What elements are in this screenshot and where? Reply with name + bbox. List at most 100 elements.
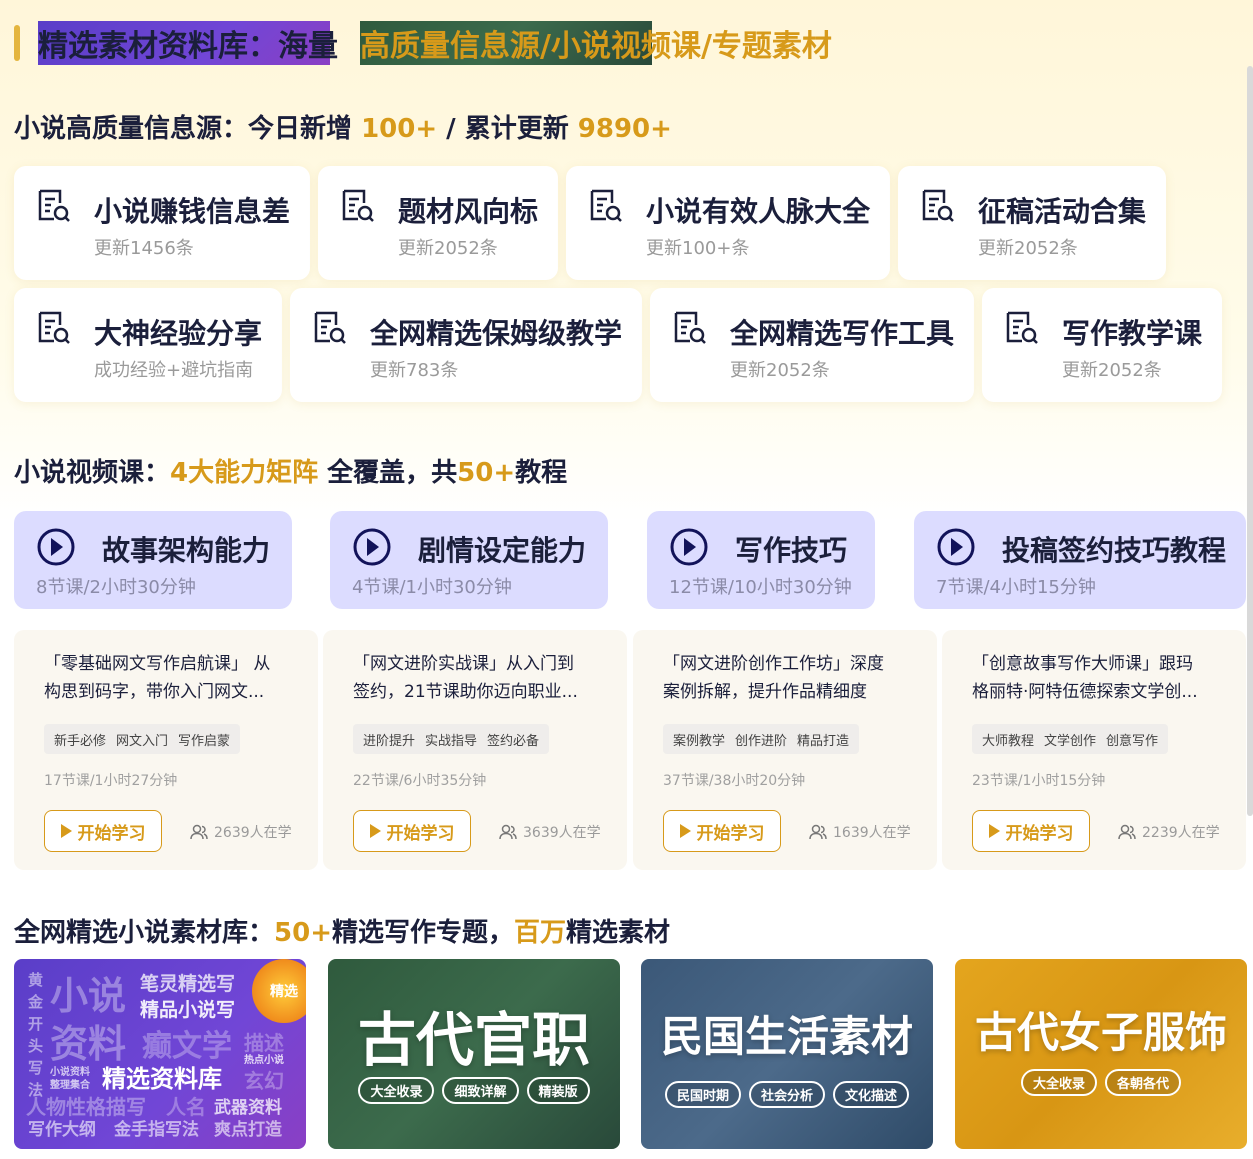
course-desc-line1: 「网文进阶创作工作坊」深度 [663,654,884,674]
source-card-money-info[interactable]: 小说赚钱信息差 更新1456条 [14,166,310,280]
material-title-count: 50+ [274,918,332,948]
material-title-highlight: 百万 [514,918,567,948]
start-learning-button[interactable]: 开始学习 [972,810,1090,852]
start-learning-button[interactable]: 开始学习 [353,810,471,852]
source-card-subtitle: 更新1456条 [94,238,194,259]
tile-bg-word: 精品小说写 [140,999,236,1021]
ability-card-subtitle: 4节课/1小时30分钟 [352,577,512,598]
source-card-submissions[interactable]: 征稿活动合集 更新2052条 [898,166,1166,280]
course-desc-line2: 签约，21节课助你迈向职业... [353,682,578,702]
start-learning-label: 开始学习 [696,823,765,844]
page-header: 精选素材资料库：海量 高质量信息源/小说视频课/专题素材 [14,21,832,65]
sources-title-prefix: 小说高质量信息源：今日新增 [14,114,362,144]
material-tile-library[interactable]: 小说 资料 笔灵精选写 精品小说写 癫文学 描述 黄 金 开 头 写 法 小说资… [14,959,306,1149]
start-learning-button[interactable]: 开始学习 [663,810,781,852]
ability-card-story-structure[interactable]: 故事架构能力 8节课/2小时30分钟 [14,511,292,609]
tile-bg-word: 整理集合 [50,1080,90,1091]
tile-pill: 大全收录 [358,1077,435,1104]
course-desc-line2: 案例拆解，提升作品精细度 [663,682,867,702]
video-title-highlight: 4大能力矩阵 [170,458,319,488]
material-tile-ancient-officials[interactable]: 古代官职 大全收录 细致详解 精装版 [328,959,620,1149]
video-title-suffix: 教程 [515,458,568,488]
learners-count: 2639人在学 [190,822,292,842]
material-section-title: 全网精选小说素材库：50+精选写作专题，百万精选素材 [14,912,670,949]
tile-pill: 细致详解 [442,1077,519,1104]
start-learning-button[interactable]: 开始学习 [44,810,162,852]
source-card-subtitle: 更新783条 [370,360,459,381]
sources-section-title: 小说高质量信息源：今日新增 100+ / 累计更新 9890+ [14,108,672,145]
course-tags: 大师教程 文学创作 创意写作 [972,724,1169,754]
scrollbar[interactable] [1247,66,1253,816]
ability-card-subtitle: 12节课/10小时30分钟 [669,577,852,598]
course-card[interactable]: 「零基础网文写作启航课」 从 构思到码字，带你入门网文... 新手必修 网文入门… [14,630,318,870]
course-card[interactable]: 「网文进阶实战课」从入门到 签约，21节课助你迈向职业... 进阶提升 实战指导… [323,630,627,870]
source-card-writing-course[interactable]: 写作教学课 更新2052条 [982,288,1222,402]
source-card-title: 全网精选保姆级教学 [370,317,623,350]
source-card-contacts[interactable]: 小说有效人脉大全 更新100+条 [566,166,890,280]
featured-badge: 精选 [252,959,306,1023]
tile-bg-word: 热点小说 [244,1055,284,1066]
play-circle-icon [670,528,708,566]
source-card-topic-trend[interactable]: 题材风向标 更新2052条 [318,166,558,280]
video-section-title: 小说视频课：4大能力矩阵 全覆盖，共50+教程 [14,452,567,489]
document-search-icon [38,311,70,344]
ability-card-title: 剧情设定能力 [418,534,587,567]
course-tag: 网文入门 [116,733,169,749]
material-tile-ancient-clothing[interactable]: 古代女子服饰 大全收录 各朝各代 [955,959,1247,1149]
play-circle-icon [353,528,391,566]
tile-bg-word: 写 [28,1059,44,1077]
video-title-count: 50+ [457,458,516,488]
course-card[interactable]: 「创意故事写作大师课」跟玛 格丽特·阿特伍德探索文学创... 大师教程 文学创作… [942,630,1246,870]
ability-card-submission[interactable]: 投稿签约技巧教程 7节课/4小时15分钟 [914,511,1246,609]
course-desc-line2: 格丽特·阿特伍德探索文学创... [972,682,1198,702]
play-icon [60,824,72,838]
course-desc-line1: 「创意故事写作大师课」跟玛 [972,654,1193,674]
source-card-title: 写作教学课 [1062,317,1203,350]
source-card-title: 大神经验分享 [94,317,263,350]
play-icon [679,824,691,838]
header-accent-bar [14,25,20,61]
course-desc-line1: 「网文进阶实战课」从入门到 [353,654,574,674]
video-title-mid: 全覆盖，共 [318,458,458,488]
source-card-experience[interactable]: 大神经验分享 成功经验+避坑指南 [14,288,282,402]
users-icon [809,824,827,840]
ability-card-plot-setting[interactable]: 剧情设定能力 4节课/1小时30分钟 [330,511,608,609]
source-card-tools[interactable]: 全网精选写作工具 更新2052条 [650,288,974,402]
course-description: 「创意故事写作大师课」跟玛 格丽特·阿特伍德探索文学创... [972,650,1228,706]
learners-label: 2239人在学 [1142,825,1220,841]
document-search-icon [38,189,70,222]
course-tags: 进阶提升 实战指导 签约必备 [353,724,550,754]
source-card-title: 征稿活动合集 [978,195,1147,228]
tile-bg-word: 小说 [50,974,127,1018]
tile-bg-word: 写作大纲 [28,1120,96,1140]
course-card[interactable]: 「网文进阶创作工作坊」深度 案例拆解，提升作品精细度 案例教学 创作进阶 精品打… [633,630,937,870]
material-title-mid: 精选写作专题， [331,918,514,948]
material-tile-republic-life[interactable]: 民国生活素材 民国时期 社会分析 文化描述 [641,959,933,1149]
learners-label: 1639人在学 [833,825,911,841]
learners-count: 1639人在学 [809,822,911,842]
source-card-title: 题材风向标 [398,195,539,228]
tile-bg-word: 金手指写法 [114,1120,199,1140]
source-card-teaching[interactable]: 全网精选保姆级教学 更新783条 [290,288,642,402]
course-tag: 创意写作 [1106,733,1159,749]
tile-pill: 大全收录 [1020,1069,1097,1096]
document-search-icon [590,189,622,222]
course-tag: 精品打造 [797,733,850,749]
course-description: 「网文进阶实战课」从入门到 签约，21节课助你迈向职业... [353,650,609,706]
tile-title: 古代女子服饰 [974,1008,1227,1057]
tile-pills: 大全收录 各朝各代 [955,1069,1247,1096]
source-card-subtitle: 更新2052条 [398,238,498,259]
document-search-icon [922,189,954,222]
course-meta: 37节课/38小时20分钟 [663,773,806,789]
course-meta: 23节课/1小时15分钟 [972,773,1106,789]
ability-card-subtitle: 7节课/4小时15分钟 [936,577,1096,598]
tile-title: 民国生活素材 [660,1012,913,1061]
tile-pill: 文化描述 [833,1081,910,1108]
course-description: 「零基础网文写作启航课」 从 构思到码字，带你入门网文... [44,650,300,706]
course-tag: 创作进阶 [735,733,788,749]
start-learning-label: 开始学习 [1005,823,1074,844]
source-card-title: 小说有效人脉大全 [646,195,871,228]
ability-card-writing-skills[interactable]: 写作技巧 12节课/10小时30分钟 [647,511,875,609]
tile-pill: 民国时期 [664,1081,741,1108]
tile-pills: 大全收录 细致详解 精装版 [328,1077,620,1104]
